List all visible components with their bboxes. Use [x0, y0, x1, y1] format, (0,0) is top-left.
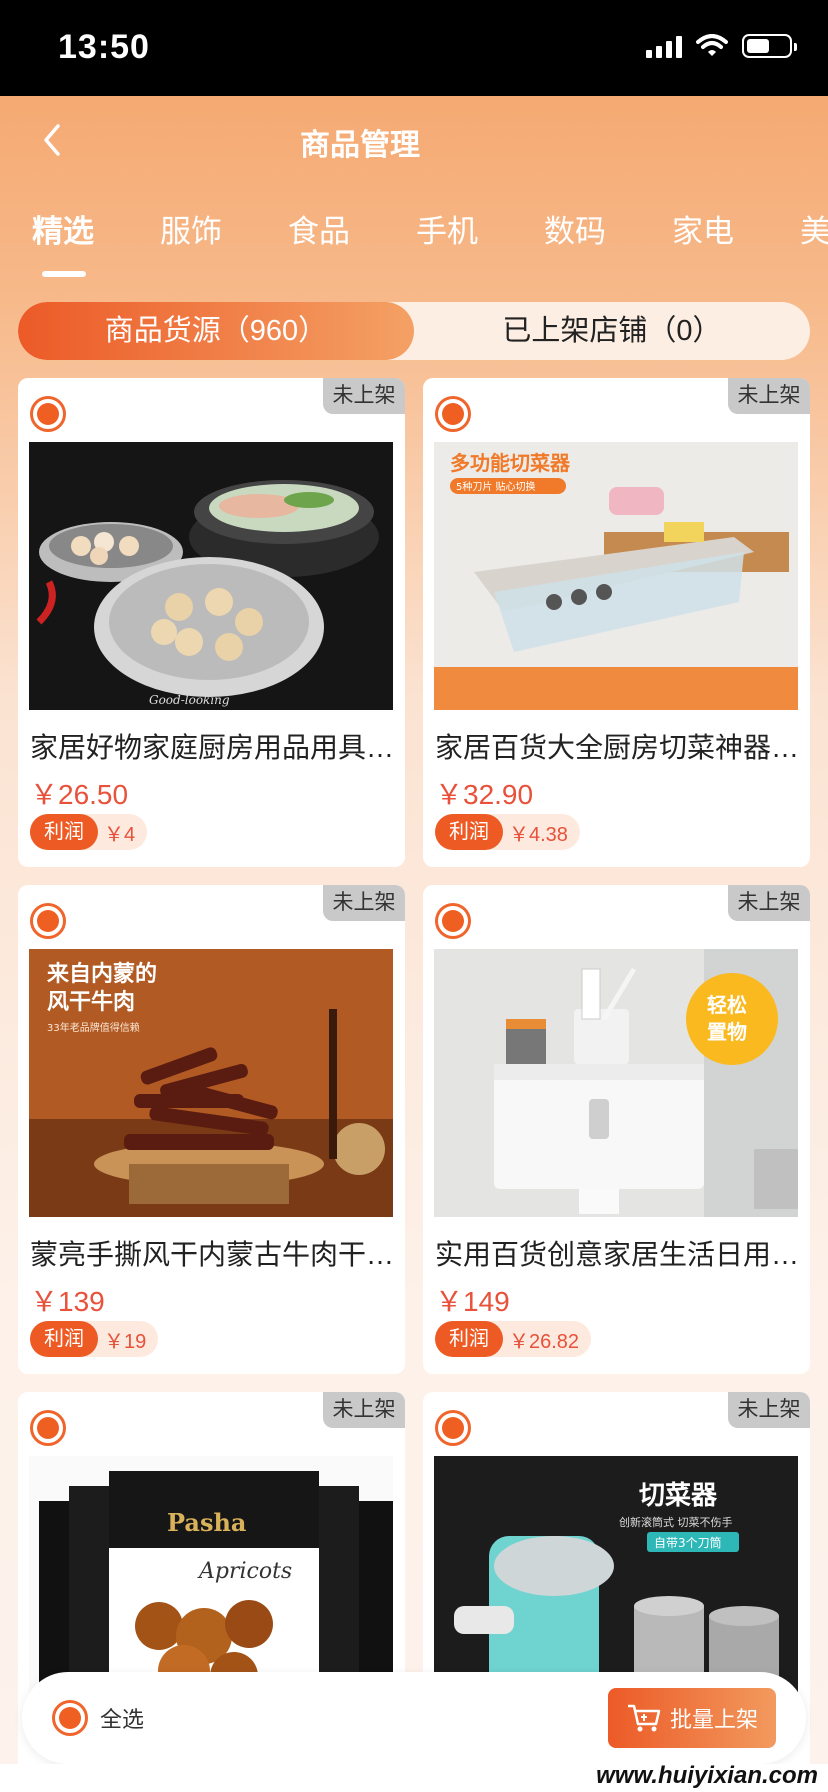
image-brand: Pasha — [167, 1508, 246, 1537]
select-radio[interactable] — [30, 396, 66, 432]
battery-icon — [742, 34, 797, 58]
batch-list-button[interactable]: 批量上架 — [608, 1688, 776, 1748]
select-radio[interactable] — [435, 396, 471, 432]
profit-value: ￥19 — [104, 1330, 147, 1353]
tab-food[interactable]: 食品 — [288, 206, 350, 251]
cart-icon — [627, 1704, 661, 1732]
profit-tag: 利润 ￥4 — [30, 814, 148, 850]
tab-digital[interactable]: 数码 — [544, 206, 606, 251]
segment-product-source[interactable]: 商品货源（960） — [18, 302, 414, 360]
watermark: www.huiyixian.com — [596, 1764, 818, 1789]
image-bubble-2: 置物 — [707, 1020, 747, 1044]
profit-value: ￥4 — [104, 823, 136, 846]
tab-appliances[interactable]: 家电 — [672, 206, 734, 251]
category-tabs: 精选 服饰 食品 手机 数码 家电 美 — [0, 200, 828, 280]
image-bubble-1: 轻松 — [707, 993, 747, 1017]
product-price: ￥149 — [435, 1286, 510, 1317]
product-title: 家居百货大全厨房切菜神器… — [435, 732, 799, 763]
product-price: ￥139 — [30, 1286, 105, 1317]
page-title: 商品管理 — [300, 129, 420, 162]
product-price: ￥26.50 — [30, 779, 129, 810]
product-image: 多功能切菜器 5种刀片 贴心切换 — [434, 442, 798, 710]
select-radio[interactable] — [30, 1410, 66, 1446]
product-price: ￥32.90 — [435, 779, 534, 810]
tab-phones[interactable]: 手机 — [416, 206, 478, 251]
profit-value: ￥4.38 — [509, 823, 568, 846]
product-card[interactable]: 未上架 轻松 置物 实用百货创意家居生活日用… ￥149 利润 ￥26.82 — [423, 885, 810, 1374]
status-badge: 未上架 — [728, 1392, 810, 1428]
tab-beauty[interactable]: 美 — [800, 206, 828, 251]
image-product: Apricots — [197, 1559, 292, 1584]
profit-label: 利润 — [435, 1321, 503, 1357]
profit-label: 利润 — [30, 814, 98, 850]
select-radio[interactable] — [435, 903, 471, 939]
status-badge: 未上架 — [728, 378, 810, 414]
image-subline: 33年老品牌值得信赖 — [47, 1021, 140, 1034]
product-card[interactable]: 未上架 多功能切菜器 5种刀片 贴心切换 家居百货大全厨房切菜神器… ￥32.9… — [423, 378, 810, 867]
nav-bar: 商品管理 — [0, 96, 828, 184]
product-image: Good-looking — [29, 442, 393, 710]
product-image: 来自内蒙的 风干牛肉 33年老品牌值得信赖 — [29, 949, 393, 1217]
status-badge: 未上架 — [323, 885, 405, 921]
product-card[interactable]: 未上架 Good-looking 家居好物家庭厨房用品用具… ￥26.50 利润… — [18, 378, 405, 867]
profit-tag: 利润 ￥26.82 — [435, 1321, 592, 1357]
select-radio[interactable] — [30, 903, 66, 939]
status-badge: 未上架 — [323, 378, 405, 414]
image-headline-1: 来自内蒙的 — [46, 961, 157, 987]
tab-featured[interactable]: 精选 — [32, 206, 94, 251]
status-badge: 未上架 — [323, 1392, 405, 1428]
profit-label: 利润 — [30, 1321, 98, 1357]
batch-list-label: 批量上架 — [669, 1707, 758, 1732]
profit-value: ￥26.82 — [509, 1330, 580, 1353]
status-badge: 未上架 — [728, 885, 810, 921]
status-icons — [646, 34, 797, 58]
segment-control: 已上架店铺（0） 商品货源（960） — [18, 302, 810, 360]
profit-tag: 利润 ￥4.38 — [435, 814, 580, 850]
image-headline: 多功能切菜器 — [450, 451, 571, 475]
image-headline-2: 风干牛肉 — [47, 989, 135, 1015]
profit-tag: 利润 ￥19 — [30, 1321, 159, 1357]
image-subline: 5种刀片 贴心切换 — [456, 480, 536, 493]
image-tag: 自带3个刀筒 — [654, 1535, 722, 1550]
signal-icon — [646, 34, 682, 58]
profit-label: 利润 — [435, 814, 503, 850]
tab-apparel[interactable]: 服饰 — [160, 206, 222, 251]
product-title: 蒙亮手撕风干内蒙古牛肉干… — [30, 1239, 394, 1270]
image-headline: 切菜器 — [639, 1481, 718, 1511]
select-all-radio[interactable] — [52, 1700, 88, 1736]
bottom-action-bar: 全选 批量上架 — [22, 1672, 806, 1764]
image-subline: 创新滚筒式 切菜不伤手 — [619, 1515, 733, 1529]
segment-listed-stores[interactable]: 已上架店铺（0） — [414, 302, 810, 360]
wifi-icon — [696, 34, 728, 56]
select-all-label[interactable]: 全选 — [100, 1702, 144, 1734]
product-card[interactable]: 未上架 来自内蒙的 风干牛肉 33年老品牌值得信赖 蒙亮手撕风干内蒙古牛肉干… … — [18, 885, 405, 1374]
product-title: 实用百货创意家居生活日用… — [435, 1239, 799, 1270]
bottom-strip: www.huiyixian.com — [0, 1764, 828, 1792]
product-title: 家居好物家庭厨房用品用具… — [30, 732, 394, 763]
tab-active-indicator — [42, 271, 86, 277]
svg-text:Good-looking: Good-looking — [149, 693, 230, 707]
status-bar: 13:50 — [0, 0, 828, 96]
product-image: 轻松 置物 — [434, 949, 798, 1217]
select-radio[interactable] — [435, 1410, 471, 1446]
status-time: 13:50 — [58, 28, 150, 66]
